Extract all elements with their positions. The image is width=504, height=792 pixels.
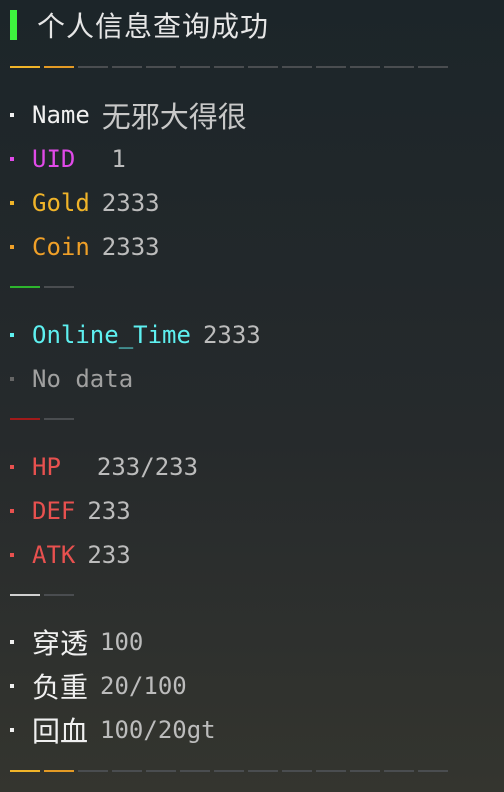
online-time-value: 2333 bbox=[202, 321, 261, 349]
title-accent-bar bbox=[10, 10, 17, 40]
gold-value: 2333 bbox=[101, 189, 160, 217]
name-value: 无邪大得很 bbox=[101, 100, 247, 134]
bullet-icon bbox=[10, 728, 14, 732]
hp-value: 233/233 bbox=[96, 453, 199, 481]
uid-value: 1 bbox=[111, 145, 126, 173]
title-text: 个人信息查询成功 bbox=[37, 10, 270, 43]
coin-value: 2333 bbox=[101, 233, 160, 261]
row-atk: ATK 233 bbox=[10, 540, 131, 570]
pierce-label: 穿透 bbox=[32, 627, 89, 660]
name-label: Name bbox=[32, 101, 90, 129]
online-time-label: Online_Time bbox=[32, 321, 191, 349]
row-load: 负重 20/100 bbox=[10, 671, 187, 704]
bullet-icon bbox=[10, 333, 14, 337]
bullet-icon bbox=[10, 113, 14, 117]
atk-value: 233 bbox=[87, 541, 131, 569]
hp-label: HP bbox=[32, 453, 61, 481]
bullet-icon bbox=[10, 465, 14, 469]
bullet-icon bbox=[10, 377, 14, 381]
row-regen: 回血 100/20gt bbox=[10, 715, 216, 748]
row-uid: UID 1 bbox=[10, 144, 126, 174]
coin-label: Coin bbox=[32, 233, 90, 261]
load-label: 负重 bbox=[32, 671, 89, 704]
atk-label: ATK bbox=[32, 541, 76, 569]
separator-red bbox=[10, 418, 74, 420]
row-def: DEF 233 bbox=[10, 496, 131, 526]
bullet-icon bbox=[10, 509, 14, 513]
bullet-icon bbox=[10, 245, 14, 249]
bullet-icon bbox=[10, 157, 14, 161]
separator-bottom bbox=[10, 770, 448, 772]
def-value: 233 bbox=[87, 497, 131, 525]
bullet-icon bbox=[10, 640, 14, 644]
def-label: DEF bbox=[32, 497, 76, 525]
regen-label: 回血 bbox=[32, 715, 89, 748]
gold-label: Gold bbox=[32, 189, 90, 217]
page-title: 个人信息查询成功 bbox=[10, 8, 270, 43]
row-hp: HP 233/233 bbox=[10, 452, 198, 482]
separator-gray bbox=[10, 594, 74, 596]
row-name: Name 无邪大得很 bbox=[10, 100, 247, 134]
pierce-value: 100 bbox=[100, 628, 144, 656]
regen-value: 100/20gt bbox=[100, 716, 216, 744]
separator-green bbox=[10, 286, 74, 288]
row-pierce: 穿透 100 bbox=[10, 627, 144, 660]
row-coin: Coin 2333 bbox=[10, 232, 160, 262]
uid-label: UID bbox=[32, 145, 76, 173]
load-value: 20/100 bbox=[100, 672, 187, 700]
bullet-icon bbox=[10, 201, 14, 205]
row-no-data: No data bbox=[10, 364, 133, 394]
bullet-icon bbox=[10, 553, 14, 557]
row-online-time: Online_Time 2333 bbox=[10, 320, 261, 350]
bullet-icon bbox=[10, 684, 14, 688]
no-data-text: No data bbox=[32, 365, 134, 393]
separator-top bbox=[10, 66, 448, 68]
row-gold: Gold 2333 bbox=[10, 188, 160, 218]
